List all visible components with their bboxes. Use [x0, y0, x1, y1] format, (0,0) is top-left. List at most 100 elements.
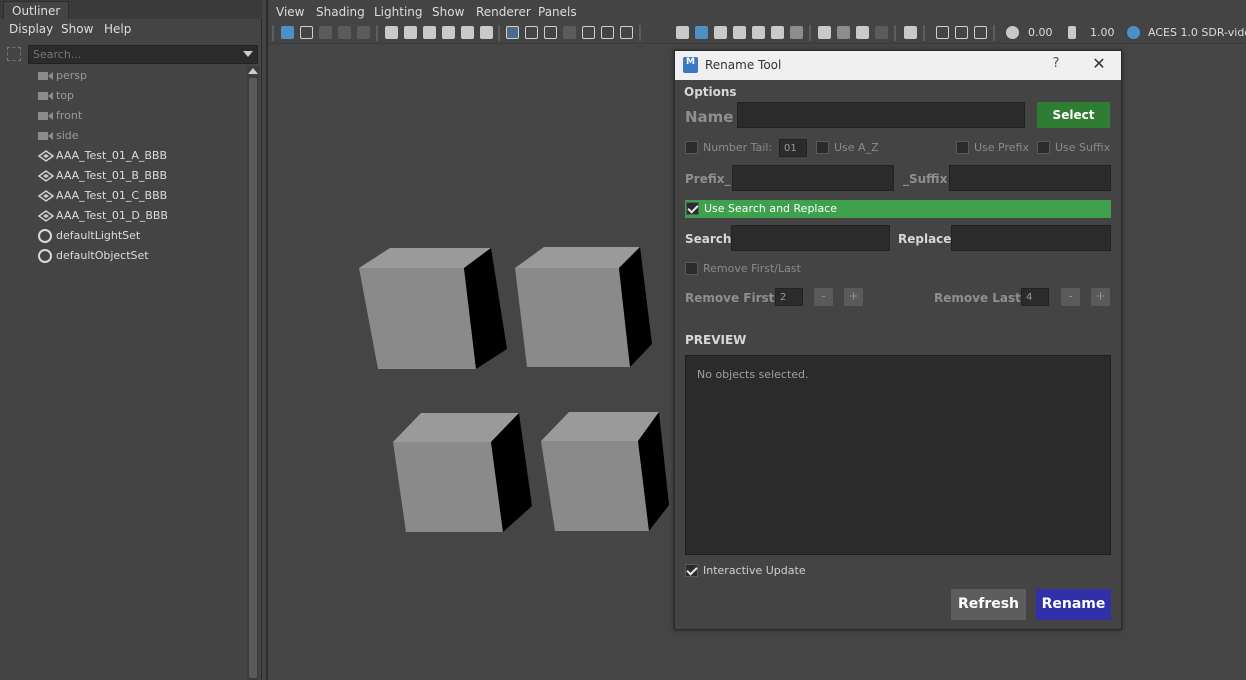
text-icon[interactable] — [620, 26, 633, 39]
menu-show[interactable]: Show — [61, 22, 93, 36]
dialog-titlebar[interactable]: M Rename Tool ? ✕ — [675, 51, 1121, 80]
ambient-occlusion-icon[interactable] — [818, 26, 831, 39]
outliner-item-side[interactable]: side — [0, 126, 247, 146]
outliner-item-test-a[interactable]: AAA_Test_01_A_BBB — [0, 146, 247, 166]
textured-icon[interactable] — [733, 26, 746, 39]
remove-first-plus-button[interactable]: + — [844, 288, 863, 306]
filter-icon[interactable] — [7, 47, 21, 61]
exposure-icon[interactable] — [1006, 26, 1019, 39]
outliner-scrollbar[interactable] — [247, 66, 259, 680]
preview-text: No objects selected. — [697, 368, 809, 381]
safe-action-icon[interactable] — [544, 26, 557, 39]
xray-icon[interactable] — [936, 26, 949, 39]
menu-view[interactable]: View — [276, 5, 304, 19]
camera-icon[interactable] — [385, 26, 398, 39]
outliner-search-input[interactable] — [28, 45, 258, 64]
rename-button[interactable]: Rename — [1036, 589, 1111, 620]
gate-mask-icon[interactable] — [582, 26, 595, 39]
cube-d[interactable] — [541, 412, 669, 531]
anti-aliasing-icon[interactable] — [856, 26, 869, 39]
bookmark-flag-icon[interactable] — [442, 26, 455, 39]
cube-b[interactable] — [515, 247, 652, 367]
film-gate-icon[interactable] — [404, 26, 417, 39]
use-suffix-label: Use Suffix — [1055, 141, 1111, 154]
resolution-icon[interactable] — [601, 26, 614, 39]
search-field[interactable] — [731, 225, 890, 251]
menu-renderer[interactable]: Renderer — [476, 5, 531, 19]
wireframe-icon[interactable] — [676, 26, 689, 39]
outliner-item-test-c[interactable]: AAA_Test_01_C_BBB — [0, 186, 247, 206]
outliner-item-test-b[interactable]: AAA_Test_01_B_BBB — [0, 166, 247, 186]
exposure-value[interactable]: 0.00 — [1028, 26, 1053, 39]
safe-title-icon[interactable] — [563, 26, 576, 39]
close-icon[interactable]: ✕ — [1090, 54, 1108, 73]
select-button[interactable]: Select — [1037, 102, 1110, 128]
lights-icon[interactable] — [771, 26, 784, 39]
refresh-button[interactable]: Refresh — [951, 589, 1026, 620]
camera-attributes-icon[interactable] — [300, 26, 313, 39]
gamma-value[interactable]: 1.00 — [1090, 26, 1115, 39]
cube-a[interactable] — [359, 248, 507, 369]
field-chart-icon[interactable] — [525, 26, 538, 39]
outliner-item-default-object-set[interactable]: defaultObjectSet — [0, 246, 247, 266]
checker-icon[interactable] — [752, 26, 765, 39]
use-search-replace-checkbox[interactable] — [686, 202, 699, 215]
help-icon[interactable]: ? — [1048, 56, 1064, 71]
color-management-icon[interactable] — [1127, 26, 1140, 39]
outliner-item-label: AAA_Test_01_A_BBB — [56, 149, 168, 162]
dropdown-arrow-icon[interactable] — [243, 51, 253, 57]
smooth-shade-icon[interactable] — [695, 26, 708, 39]
menu-shading[interactable]: Shading — [316, 5, 365, 19]
replace-field[interactable] — [951, 225, 1111, 251]
prefix-field[interactable] — [732, 165, 894, 191]
resolution-gate-icon[interactable] — [423, 26, 436, 39]
name-field[interactable] — [737, 102, 1025, 128]
depth-of-field-icon[interactable] — [875, 26, 888, 39]
xray-components-icon[interactable] — [974, 26, 987, 39]
use-search-replace-toggle[interactable]: Use Search and Replace — [685, 200, 1111, 218]
remove-first-last-label: Remove First/Last — [703, 262, 801, 275]
suffix-field[interactable] — [949, 165, 1111, 191]
grease-pencil-icon[interactable] — [480, 26, 493, 39]
use-suffix-checkbox[interactable] — [1037, 141, 1050, 154]
scrollbar-thumb[interactable] — [249, 78, 257, 678]
color-space-label[interactable]: ACES 1.0 SDR-video — [1148, 26, 1246, 39]
gamma-icon[interactable] — [1068, 26, 1076, 39]
remove-last-plus-button[interactable]: + — [1091, 288, 1110, 306]
bookmark-icon[interactable] — [319, 26, 332, 39]
number-tail-checkbox[interactable] — [685, 141, 698, 154]
menu-lighting[interactable]: Lighting — [374, 5, 423, 19]
motion-blur-icon[interactable] — [837, 26, 850, 39]
scroll-up-arrow-icon[interactable] — [248, 68, 258, 74]
grid-icon[interactable] — [506, 26, 519, 39]
menu-panels[interactable]: Panels — [538, 5, 577, 19]
remove-first-last-checkbox[interactable] — [685, 262, 698, 275]
wireframe-on-shaded-icon[interactable] — [714, 26, 727, 39]
use-prefix-checkbox[interactable] — [956, 141, 969, 154]
outliner-tab[interactable]: Outliner — [3, 1, 70, 19]
remove-first-minus-button[interactable]: - — [814, 288, 833, 306]
shadows-icon[interactable] — [790, 26, 803, 39]
use-az-checkbox[interactable] — [816, 141, 829, 154]
remove-last-field[interactable] — [1021, 288, 1049, 306]
number-tail-field[interactable] — [779, 139, 807, 157]
menu-help[interactable]: Help — [104, 22, 131, 36]
menu-show[interactable]: Show — [432, 5, 464, 19]
remove-first-field[interactable] — [775, 288, 803, 306]
interactive-update-checkbox[interactable] — [685, 564, 698, 577]
outliner-item-front[interactable]: front — [0, 106, 247, 126]
menu-display[interactable]: Display — [9, 22, 53, 36]
select-camera-icon[interactable] — [281, 26, 294, 39]
outliner-item-top[interactable]: top — [0, 86, 247, 106]
xray-joints-icon[interactable] — [955, 26, 968, 39]
pan-zoom-icon[interactable] — [461, 26, 474, 39]
grid-view-icon[interactable] — [357, 26, 370, 39]
image-plane-icon[interactable] — [338, 26, 351, 39]
isolate-select-icon[interactable] — [904, 26, 917, 39]
outliner-item-persp[interactable]: persp — [0, 66, 247, 86]
remove-last-minus-button[interactable]: - — [1061, 288, 1080, 306]
outliner-item-test-d[interactable]: AAA_Test_01_D_BBB — [0, 206, 247, 226]
outliner-item-label: front — [56, 109, 83, 122]
cube-c[interactable] — [393, 413, 532, 532]
outliner-item-default-light-set[interactable]: defaultLightSet — [0, 226, 247, 246]
